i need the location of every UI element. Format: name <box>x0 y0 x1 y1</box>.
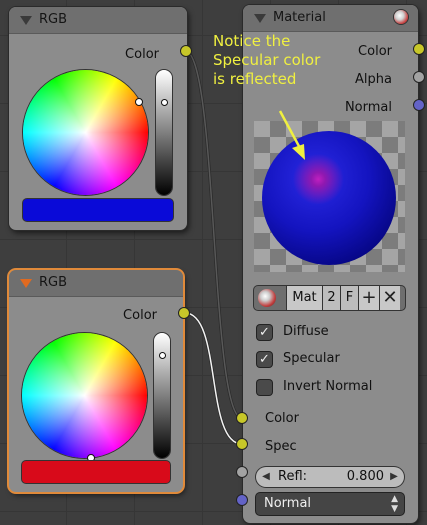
value-slider-handle[interactable] <box>161 99 168 106</box>
color-swatch[interactable] <box>22 461 170 483</box>
material-output-socket-normal[interactable] <box>413 99 425 111</box>
link-rgb-top-to-material-color-core <box>184 50 243 419</box>
normal-dropdown-value: Normal <box>264 496 312 511</box>
node-title: RGB <box>39 12 68 27</box>
value-slider[interactable] <box>156 70 172 195</box>
material-output-socket-color[interactable] <box>413 43 425 55</box>
color-wheel[interactable] <box>22 333 147 462</box>
rgb-node-bottom[interactable]: RGB Color <box>9 270 190 492</box>
output-label-color: Color <box>358 44 392 59</box>
fake-user-button[interactable]: F <box>340 286 358 310</box>
checkmark-icon[interactable]: ✓ <box>257 352 272 367</box>
output-label-color: Color <box>123 308 157 323</box>
triangle-down-icon[interactable] <box>20 279 32 288</box>
material-preview <box>254 121 405 272</box>
output-socket-color[interactable] <box>180 45 192 57</box>
link-rgb-top-to-material-color <box>184 49 243 420</box>
node-header[interactable]: Material <box>243 5 418 32</box>
output-label-alpha: Alpha <box>355 72 392 87</box>
refl-value: 0.800 <box>346 469 384 484</box>
node-header[interactable]: RGB <box>9 270 183 297</box>
checkbox-label: Specular <box>283 351 340 366</box>
color-wheel[interactable] <box>23 70 148 195</box>
node-title: Material <box>273 10 326 25</box>
material-datablock-bar: Mat 2 F + ✕ <box>254 286 405 310</box>
color-wheel-cursor[interactable] <box>135 98 143 106</box>
value-slider[interactable] <box>154 333 170 458</box>
node-header[interactable]: RGB <box>9 7 187 34</box>
up-down-arrows-icon: ▲ ▼ <box>391 494 398 514</box>
checkbox-empty[interactable] <box>257 380 272 395</box>
plus-icon[interactable]: + <box>358 286 379 310</box>
x-icon[interactable]: ✕ <box>379 286 400 310</box>
user-count-button[interactable]: 2 <box>322 286 340 310</box>
decrement-arrow-icon[interactable]: ◀ <box>259 467 273 487</box>
output-socket-color[interactable] <box>178 307 190 319</box>
material-output-socket-alpha[interactable] <box>413 71 425 83</box>
refl-label: Refl: <box>278 469 308 484</box>
annotation-text: Notice the Specular color is reflected <box>213 32 321 88</box>
material-sphere-icon[interactable] <box>394 10 408 24</box>
input-label-spec: Spec <box>265 439 297 454</box>
node-title: RGB <box>39 275 68 290</box>
link-rgb-bottom-to-material-spec <box>184 311 243 446</box>
rgb-node-top[interactable]: RGB Color <box>9 7 192 230</box>
input-label-color: Color <box>265 411 299 426</box>
link-rgb-bottom-to-material-spec-core <box>184 312 243 445</box>
triangle-down-icon[interactable] <box>20 16 32 25</box>
refl-number-field[interactable]: ◀ Refl: 0.800 ▶ <box>256 467 404 487</box>
triangle-down-icon[interactable] <box>254 14 266 23</box>
material-input-socket-normal[interactable] <box>236 494 248 506</box>
checkbox-label: Diffuse <box>283 324 329 339</box>
normal-dropdown[interactable]: Normal ▲ ▼ <box>256 493 404 515</box>
output-label-normal: Normal <box>344 100 392 115</box>
preview-sphere <box>262 131 396 265</box>
checkbox-label: Invert Normal <box>283 379 373 394</box>
material-input-socket-color[interactable] <box>236 412 248 424</box>
material-sphere-icon[interactable] <box>258 289 276 307</box>
value-slider-handle[interactable] <box>159 352 166 359</box>
increment-arrow-icon[interactable]: ▶ <box>387 467 401 487</box>
material-input-socket-spec[interactable] <box>236 438 248 450</box>
material-name-field[interactable]: Mat <box>286 286 322 310</box>
material-input-socket-refl[interactable] <box>236 466 248 478</box>
checkmark-icon[interactable]: ✓ <box>257 325 272 340</box>
color-swatch[interactable] <box>23 199 173 221</box>
output-label-color: Color <box>125 47 159 62</box>
